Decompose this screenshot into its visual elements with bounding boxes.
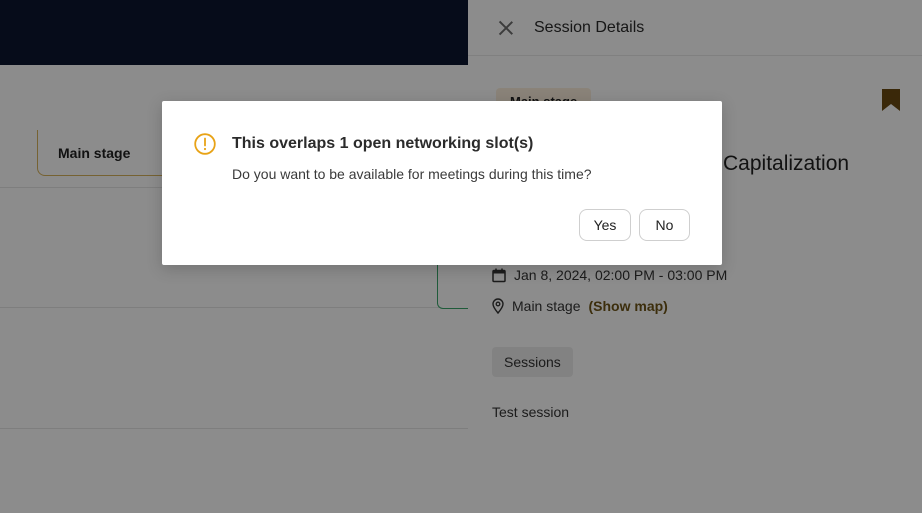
dialog-message: Do you want to be available for meetings… (232, 166, 592, 182)
yes-button[interactable]: Yes (579, 209, 631, 241)
dialog-title: This overlaps 1 open networking slot(s) (232, 135, 534, 152)
overlap-confirm-dialog: This overlaps 1 open networking slot(s) … (162, 101, 722, 265)
warning-icon (194, 133, 216, 155)
no-button[interactable]: No (639, 209, 690, 241)
